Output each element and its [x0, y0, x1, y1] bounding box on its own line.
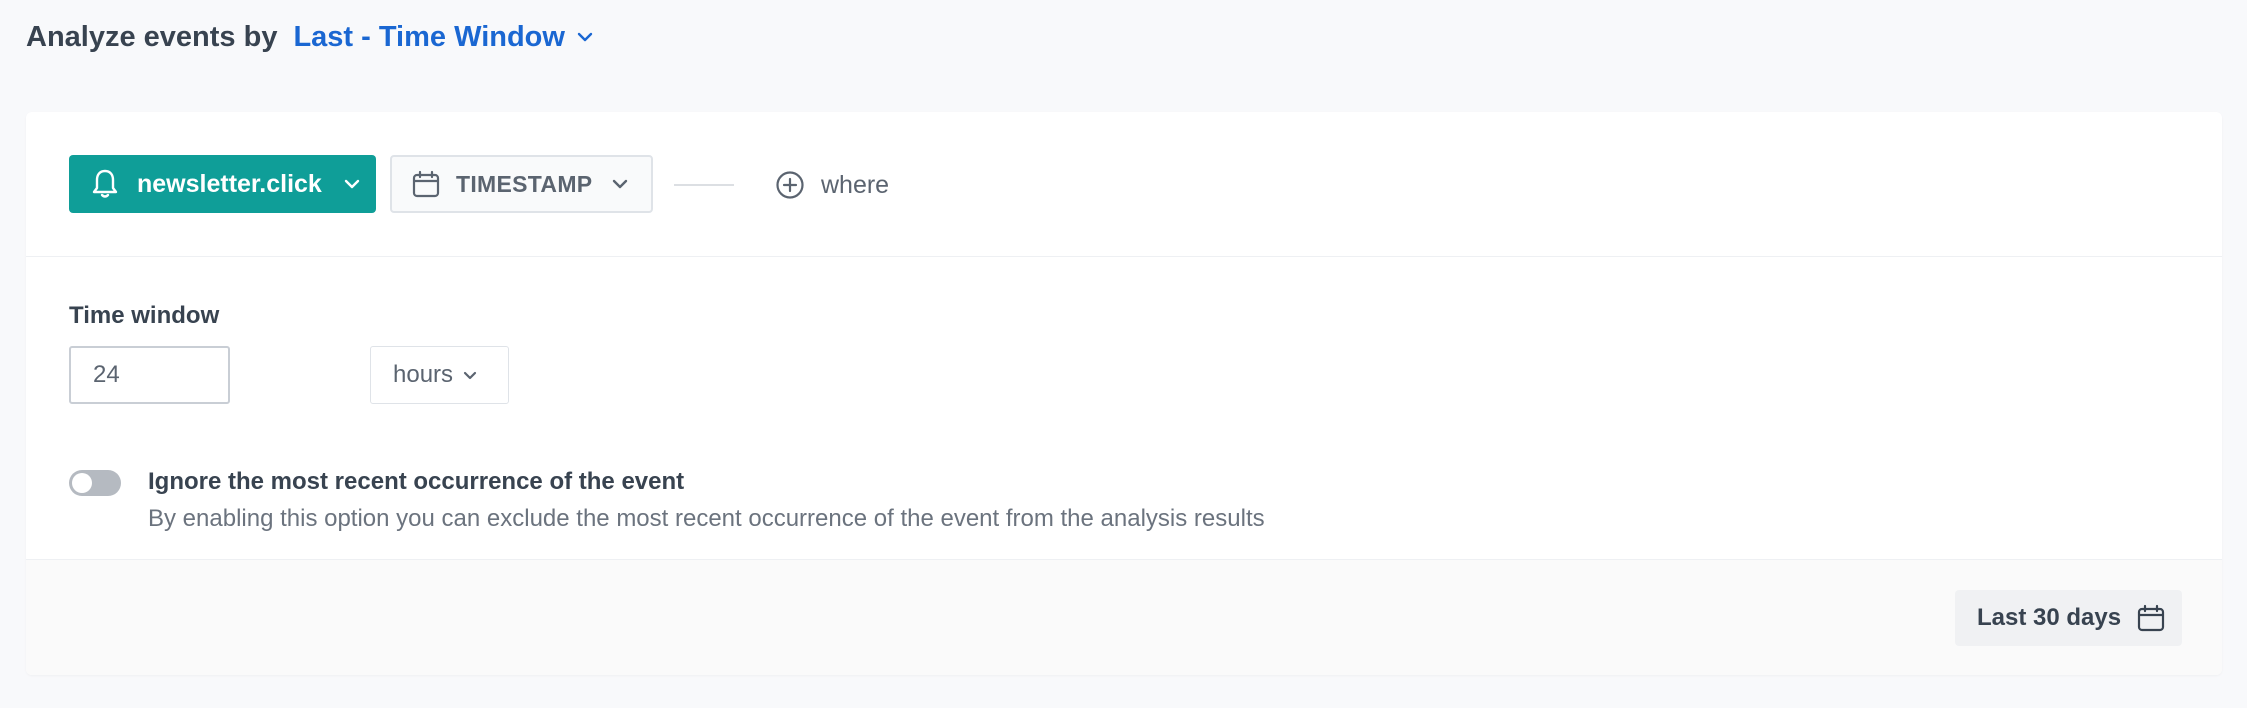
- toggle-knob: [72, 473, 92, 493]
- analysis-mode-dropdown[interactable]: Last - Time Window: [293, 21, 593, 54]
- analysis-header: Analyze events by Last - Time Window: [26, 16, 593, 58]
- header-prefix: Analyze events by: [26, 20, 278, 53]
- timestamp-select-button[interactable]: TIMESTAMP: [390, 155, 653, 213]
- timestamp-label: TIMESTAMP: [456, 170, 593, 197]
- analysis-card: newsletter.click TIMESTAMP where Time wi…: [26, 112, 2222, 675]
- calendar-icon: [412, 170, 440, 198]
- calendar-icon: [2137, 604, 2165, 632]
- analysis-mode-label: Last - Time Window: [293, 20, 565, 53]
- ignore-recent-toggle[interactable]: [69, 470, 121, 496]
- bell-icon: [92, 169, 118, 198]
- chevron-down-icon: [463, 371, 477, 380]
- chevron-down-icon: [612, 179, 628, 189]
- time-unit-select[interactable]: hours: [370, 346, 509, 404]
- time-window-label: Time window: [69, 302, 220, 329]
- add-where-button[interactable]: where: [775, 169, 889, 201]
- plus-circle-icon: [776, 171, 804, 199]
- date-range-button[interactable]: Last 30 days: [1955, 590, 2182, 646]
- event-name: newsletter.click: [137, 169, 322, 198]
- time-window-input[interactable]: [69, 346, 230, 404]
- where-label: where: [821, 170, 890, 199]
- card-footer: Last 30 days: [26, 559, 2222, 675]
- event-selector-row: newsletter.click TIMESTAMP where: [26, 112, 2222, 257]
- ignore-recent-title: Ignore the most recent occurrence of the…: [148, 468, 685, 495]
- ignore-recent-description: By enabling this option you can exclude …: [148, 505, 1265, 532]
- time-unit-value: hours: [393, 361, 454, 388]
- chevron-down-icon: [344, 179, 360, 189]
- event-select-button[interactable]: newsletter.click: [69, 155, 376, 213]
- connector-line: [674, 184, 734, 186]
- date-range-label: Last 30 days: [1977, 604, 2122, 631]
- chevron-down-icon: [577, 32, 593, 42]
